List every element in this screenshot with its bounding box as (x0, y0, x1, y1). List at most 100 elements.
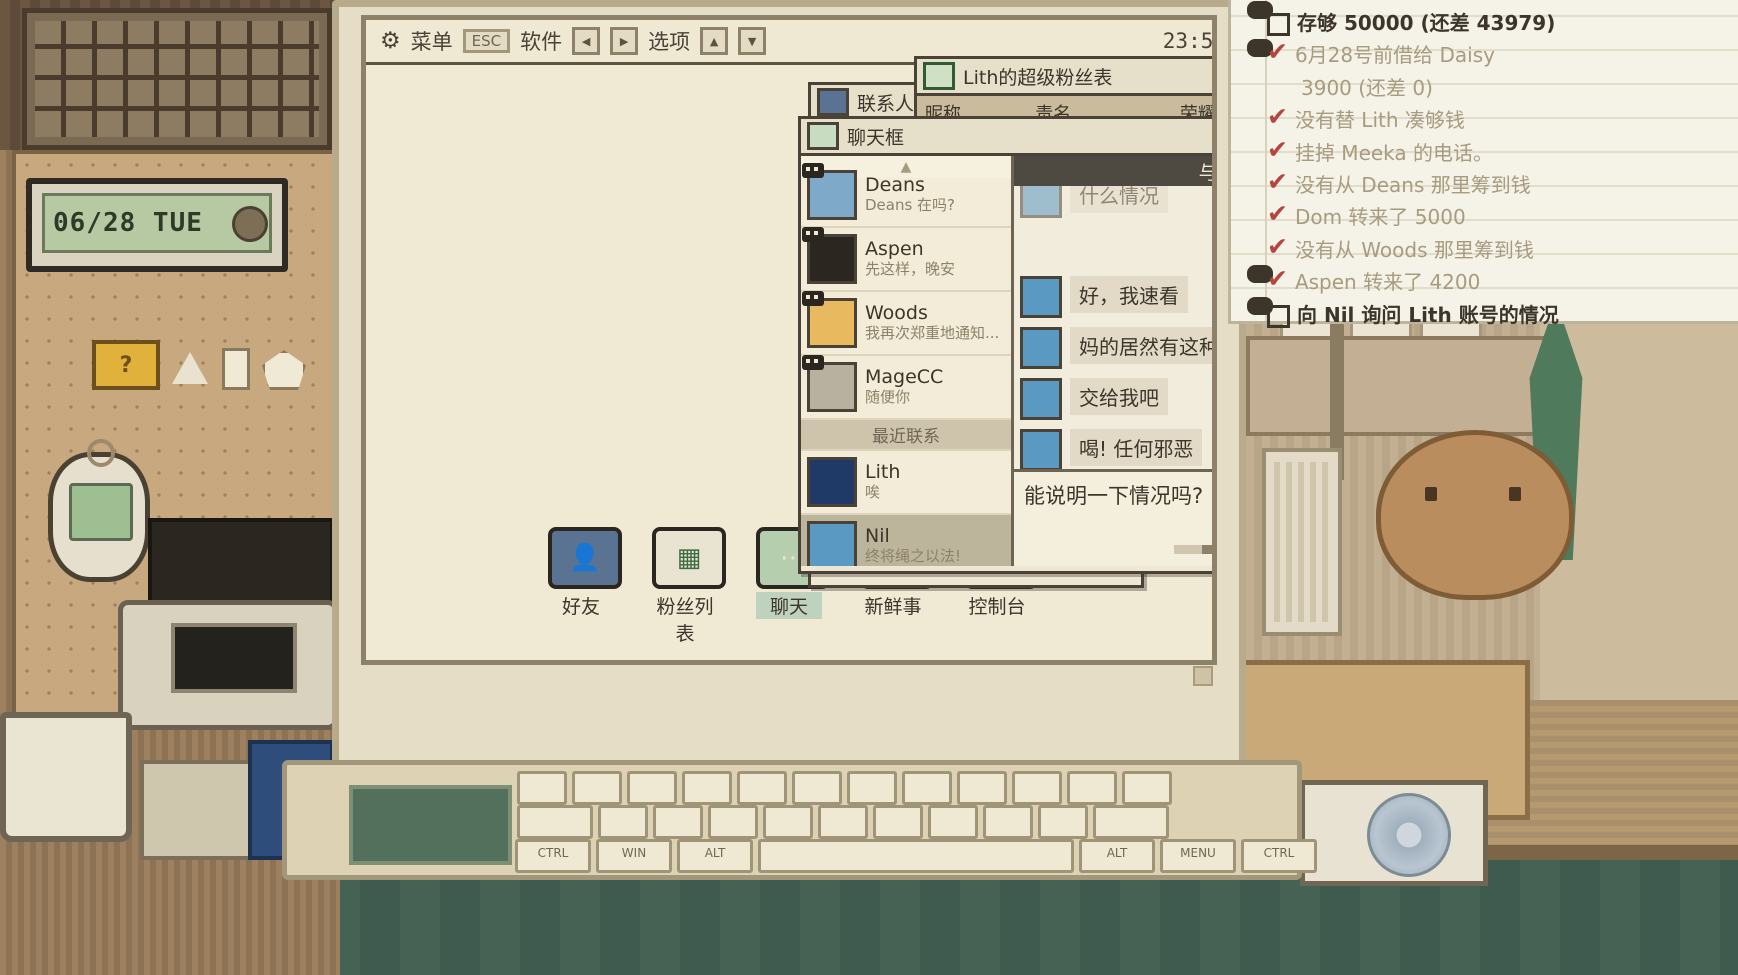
contact-name: Lith (865, 460, 901, 483)
handheld-console (118, 600, 338, 730)
pet-toy-screen (69, 483, 133, 541)
list-item[interactable]: ✔ 没有替 Lith 凑够钱 (1267, 104, 1737, 134)
ceramic-pot-character (1376, 430, 1574, 600)
status-badge (802, 291, 824, 306)
message-input-area[interactable]: 能说明一下情况吗? ENTER (1014, 469, 1212, 566)
contact-preview: 随便你 (865, 388, 911, 407)
lcd-clock-gadget: 06/28 TUE (26, 178, 288, 272)
contact-name: Woods (865, 301, 928, 324)
duck-avatar (807, 521, 857, 566)
key (517, 771, 567, 805)
taskbar-item-fans[interactable]: ▦ 粉丝列表 (652, 527, 726, 646)
todo-text: 存够 50000 (还差 43979) (1297, 11, 1556, 35)
options-label[interactable]: 选项 (648, 26, 690, 56)
list-item[interactable]: ✔ 6月28号前借给 Daisy (1267, 40, 1737, 69)
todo-text: 没有从 Woods 那里筹到钱 (1294, 237, 1534, 262)
list-item[interactable]: ✔ 没有从 Woods 那里筹到钱 (1267, 234, 1737, 264)
down-arrow-icon[interactable]: ▼ (738, 27, 767, 55)
trackpad[interactable] (349, 785, 512, 865)
key (957, 771, 1007, 805)
peg-rectangle-shape (222, 348, 250, 390)
checkbox-checked-icon[interactable]: ✔ (1267, 202, 1288, 226)
recent-contacts-header: 最近联系 (801, 420, 1011, 451)
list-item[interactable]: Deans Deans 在吗? (801, 163, 1011, 228)
spreadsheet-icon: ▦ (652, 527, 726, 589)
alt-left-key[interactable]: ALT (677, 839, 753, 873)
software-label[interactable]: 软件 (520, 26, 562, 56)
pet-toy-ring (87, 439, 115, 467)
contact-list[interactable]: ▲ Deans Deans 在吗? Aspen 先这样，晚安 Woods 我再次… (801, 156, 1014, 566)
todo-text: 没有替 Lith 凑够钱 (1294, 108, 1465, 133)
contact-name: Deans (865, 173, 925, 196)
key-row-middle[interactable] (517, 805, 1169, 839)
status-badge (802, 355, 824, 370)
key (818, 805, 868, 839)
chat-message: 你看一下记录 M (1020, 227, 1212, 267)
taskbar-label: 新鲜事 (864, 596, 922, 618)
contact-preview: Deans 在吗? (865, 196, 956, 215)
checkbox-checked-icon[interactable]: ✔ (1267, 266, 1288, 290)
alt-right-key[interactable]: ALT (1079, 839, 1155, 873)
checkbox-unchecked-icon[interactable] (1267, 304, 1290, 328)
message-bubble: 喝! 任何邪恶 (1070, 429, 1203, 466)
key (517, 805, 593, 839)
key-row-bottom[interactable]: CTRL WIN ALT ALT MENU CTRL (515, 839, 1317, 873)
gear-icon[interactable]: ⚙ (380, 28, 401, 54)
person-icon: 👤 (548, 527, 622, 589)
checkbox-checked-icon[interactable]: ✔ (1267, 234, 1288, 258)
key (928, 805, 978, 839)
list-item[interactable]: Nil 终将绳之以法! (801, 515, 1011, 566)
menu-key[interactable]: MENU (1160, 839, 1236, 873)
menu-label[interactable]: 菜单 (411, 26, 453, 56)
key-row-top[interactable] (517, 771, 1172, 805)
chat-window[interactable]: 聊天框 × ▲ (798, 116, 1212, 574)
key (1012, 771, 1062, 805)
checkbox-checked-icon[interactable]: ✔ (1267, 169, 1288, 193)
list-item[interactable]: Woods 我再次郑重地通知... (801, 291, 1011, 356)
chat-window-titlebar[interactable]: 聊天框 × (801, 119, 1212, 156)
list-item[interactable]: MageCC 随便你 (801, 355, 1011, 420)
key (1067, 771, 1117, 805)
message-input-value[interactable]: 能说明一下情况吗? (1024, 484, 1203, 508)
checkbox-checked-icon[interactable]: ✔ (1267, 137, 1288, 161)
list-item[interactable]: ✔ Aspen 转来了 4200 (1267, 266, 1737, 296)
list-item[interactable]: Lith 唉 (801, 451, 1011, 515)
duck-avatar (1020, 429, 1062, 469)
taskbar-item-friends[interactable]: 👤 好友 (548, 527, 622, 646)
checkbox-checked-icon[interactable]: ✔ (1267, 104, 1288, 128)
key (653, 805, 703, 839)
list-item[interactable]: ✔ 挂掉 Meeka 的电话。 (1267, 137, 1737, 167)
ctrl-right-key[interactable]: CTRL (1241, 839, 1317, 873)
pot-eye-left (1425, 487, 1437, 501)
key (1038, 805, 1088, 839)
list-item[interactable]: 存够 50000 (还差 43979) (1267, 9, 1737, 37)
list-item[interactable]: Aspen 先这样，晚安 (801, 227, 1011, 292)
fans-window-titlebar[interactable]: Lith的超级粉丝表 × (917, 59, 1212, 96)
cat-avatar (802, 291, 857, 348)
space-key[interactable] (758, 839, 1074, 873)
notepad-todo-list[interactable]: 存够 50000 (还差 43979) ✔ 6月28号前借给 Daisy 390… (1228, 0, 1738, 328)
win-key[interactable]: WIN (596, 839, 672, 873)
checkbox-unchecked-icon[interactable] (1267, 13, 1290, 36)
duck-avatar (1020, 327, 1062, 369)
lcd-knob (232, 206, 268, 242)
right-arrow-icon[interactable]: ▶ (610, 27, 639, 55)
up-arrow-icon[interactable]: ▲ (700, 27, 729, 55)
list-item[interactable]: 向 Nil 询问 Lith 账号的情况 (1267, 301, 1737, 329)
horizontal-scrollbar[interactable] (1174, 545, 1212, 554)
chat-message: 好，我速看 (1020, 276, 1212, 318)
cd-case (1300, 780, 1488, 886)
checkbox-checked-icon[interactable]: ✔ (1267, 40, 1288, 64)
laptop-keyboard[interactable]: CTRL WIN ALT ALT MENU CTRL (282, 760, 1317, 880)
key (627, 771, 677, 805)
contact-preview: 终将绳之以法! (865, 547, 962, 566)
ctrl-left-key[interactable]: CTRL (515, 839, 591, 873)
duck-avatar (1020, 186, 1062, 218)
flower-avatar (802, 163, 857, 220)
list-item[interactable]: ✔ 没有从 Deans 那里筹到钱 (1267, 169, 1737, 199)
status-badge (802, 163, 824, 178)
key (598, 805, 648, 839)
list-item[interactable]: ✔ Dom 转来了 5000 (1267, 202, 1737, 231)
left-arrow-icon[interactable]: ◀ (572, 27, 601, 55)
chat-message: 喝! 任何邪恶 (1020, 429, 1212, 469)
